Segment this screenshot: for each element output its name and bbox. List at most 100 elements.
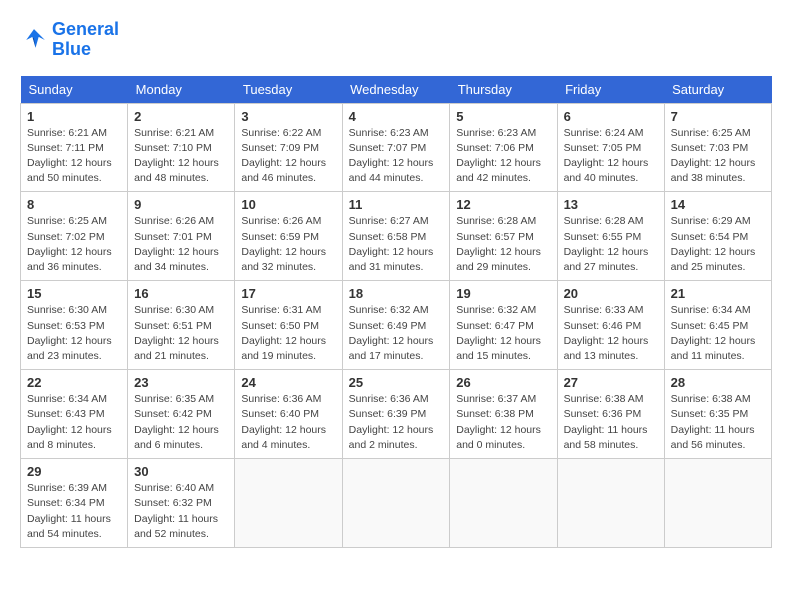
logo-text: General Blue (52, 20, 119, 60)
calendar-day-cell (235, 459, 342, 548)
day-info: Sunrise: 6:32 AM Sunset: 6:47 PM Dayligh… (456, 303, 550, 364)
calendar-day-cell: 27Sunrise: 6:38 AM Sunset: 6:36 PM Dayli… (557, 370, 664, 459)
calendar-day-cell: 14 Sunrise: 6:29 AM Sunset: 6:54 PM Dayli… (664, 192, 771, 281)
day-info: Sunrise: 6:32 AM Sunset: 6:49 PM Dayligh… (349, 303, 444, 364)
day-info: Sunrise: 6:30 AM Sunset: 6:53 PM Dayligh… (27, 303, 121, 364)
logo: General Blue (20, 20, 119, 60)
calendar-day-cell: 24 Sunrise: 6:36 AM Sunset: 6:40 PM Dayli… (235, 370, 342, 459)
header-monday: Monday (128, 76, 235, 104)
calendar-day-cell: 29 Sunrise: 6:39 AM Sunset: 6:34 PM Dayli… (21, 459, 128, 548)
day-number: 8 (27, 197, 121, 212)
calendar-day-cell: 3 Sunrise: 6:22 AM Sunset: 7:09 PM Daylig… (235, 103, 342, 192)
day-info: Sunrise: 6:21 AM Sunset: 7:11 PM Dayligh… (27, 126, 121, 187)
day-info: Sunrise: 6:29 AM Sunset: 6:54 PM Dayligh… (671, 214, 765, 275)
day-number: 5 (456, 109, 550, 124)
calendar-day-cell: 1 Sunrise: 6:21 AM Sunset: 7:11 PM Daylig… (21, 103, 128, 192)
day-number: 19 (456, 286, 550, 301)
header-wednesday: Wednesday (342, 76, 450, 104)
day-info: Sunrise: 6:36 AM Sunset: 6:39 PM Dayligh… (349, 392, 444, 453)
calendar-day-cell: 5 Sunrise: 6:23 AM Sunset: 7:06 PM Daylig… (450, 103, 557, 192)
header-friday: Friday (557, 76, 664, 104)
calendar-day-cell: 9 Sunrise: 6:26 AM Sunset: 7:01 PM Daylig… (128, 192, 235, 281)
day-number: 4 (349, 109, 444, 124)
day-number: 1 (27, 109, 121, 124)
calendar-week-row: 29 Sunrise: 6:39 AM Sunset: 6:34 PM Dayli… (21, 459, 772, 548)
calendar-day-cell: 18 Sunrise: 6:32 AM Sunset: 6:49 PM Dayli… (342, 281, 450, 370)
day-info: Sunrise: 6:24 AM Sunset: 7:05 PM Dayligh… (564, 126, 658, 187)
day-number: 27 (564, 375, 658, 390)
day-info: Sunrise: 6:30 AM Sunset: 6:51 PM Dayligh… (134, 303, 228, 364)
day-info: Sunrise: 6:26 AM Sunset: 6:59 PM Dayligh… (241, 214, 335, 275)
calendar-day-cell: 10 Sunrise: 6:26 AM Sunset: 6:59 PM Dayli… (235, 192, 342, 281)
day-number: 3 (241, 109, 335, 124)
day-number: 18 (349, 286, 444, 301)
calendar-day-cell: 13Sunrise: 6:28 AM Sunset: 6:55 PM Dayli… (557, 192, 664, 281)
day-info: Sunrise: 6:23 AM Sunset: 7:06 PM Dayligh… (456, 126, 550, 187)
calendar-week-row: 8 Sunrise: 6:25 AM Sunset: 7:02 PM Daylig… (21, 192, 772, 281)
logo-icon (20, 26, 48, 54)
day-info: Sunrise: 6:22 AM Sunset: 7:09 PM Dayligh… (241, 126, 335, 187)
day-info: Sunrise: 6:39 AM Sunset: 6:34 PM Dayligh… (27, 481, 121, 542)
day-number: 20 (564, 286, 658, 301)
calendar-day-cell: 12Sunrise: 6:28 AM Sunset: 6:57 PM Dayli… (450, 192, 557, 281)
calendar-day-cell (664, 459, 771, 548)
calendar-day-cell: 11 Sunrise: 6:27 AM Sunset: 6:58 PM Dayli… (342, 192, 450, 281)
day-number: 14 (671, 197, 765, 212)
day-number: 25 (349, 375, 444, 390)
day-number: 6 (564, 109, 658, 124)
calendar-day-cell: 7Sunrise: 6:25 AM Sunset: 7:03 PM Daylig… (664, 103, 771, 192)
day-number: 28 (671, 375, 765, 390)
day-info: Sunrise: 6:26 AM Sunset: 7:01 PM Dayligh… (134, 214, 228, 275)
day-number: 10 (241, 197, 335, 212)
day-info: Sunrise: 6:36 AM Sunset: 6:40 PM Dayligh… (241, 392, 335, 453)
day-number: 24 (241, 375, 335, 390)
day-number: 15 (27, 286, 121, 301)
header-tuesday: Tuesday (235, 76, 342, 104)
day-info: Sunrise: 6:25 AM Sunset: 7:02 PM Dayligh… (27, 214, 121, 275)
calendar-day-cell: 15 Sunrise: 6:30 AM Sunset: 6:53 PM Dayli… (21, 281, 128, 370)
calendar-day-cell (342, 459, 450, 548)
calendar-day-cell: 22 Sunrise: 6:34 AM Sunset: 6:43 PM Dayli… (21, 370, 128, 459)
calendar-day-cell: 28 Sunrise: 6:38 AM Sunset: 6:35 PM Dayli… (664, 370, 771, 459)
calendar-week-row: 15 Sunrise: 6:30 AM Sunset: 6:53 PM Dayli… (21, 281, 772, 370)
calendar-day-cell: 17Sunrise: 6:31 AM Sunset: 6:50 PM Dayli… (235, 281, 342, 370)
day-number: 2 (134, 109, 228, 124)
calendar-week-row: 1 Sunrise: 6:21 AM Sunset: 7:11 PM Daylig… (21, 103, 772, 192)
day-number: 30 (134, 464, 228, 479)
page-header: General Blue (20, 20, 772, 60)
calendar-week-row: 22 Sunrise: 6:34 AM Sunset: 6:43 PM Dayli… (21, 370, 772, 459)
calendar-day-cell: 4 Sunrise: 6:23 AM Sunset: 7:07 PM Daylig… (342, 103, 450, 192)
day-number: 7 (671, 109, 765, 124)
day-number: 9 (134, 197, 228, 212)
day-info: Sunrise: 6:38 AM Sunset: 6:35 PM Dayligh… (671, 392, 765, 453)
calendar-day-cell: 6 Sunrise: 6:24 AM Sunset: 7:05 PM Daylig… (557, 103, 664, 192)
calendar-day-cell: 21Sunrise: 6:34 AM Sunset: 6:45 PM Dayli… (664, 281, 771, 370)
calendar-day-cell: 8 Sunrise: 6:25 AM Sunset: 7:02 PM Daylig… (21, 192, 128, 281)
day-info: Sunrise: 6:35 AM Sunset: 6:42 PM Dayligh… (134, 392, 228, 453)
calendar-day-cell: 26 Sunrise: 6:37 AM Sunset: 6:38 PM Dayli… (450, 370, 557, 459)
calendar-day-cell: 2 Sunrise: 6:21 AM Sunset: 7:10 PM Daylig… (128, 103, 235, 192)
day-number: 21 (671, 286, 765, 301)
day-number: 26 (456, 375, 550, 390)
day-number: 17 (241, 286, 335, 301)
calendar-day-cell (557, 459, 664, 548)
day-info: Sunrise: 6:21 AM Sunset: 7:10 PM Dayligh… (134, 126, 228, 187)
day-number: 16 (134, 286, 228, 301)
day-number: 22 (27, 375, 121, 390)
day-info: Sunrise: 6:23 AM Sunset: 7:07 PM Dayligh… (349, 126, 444, 187)
calendar-table: SundayMondayTuesdayWednesdayThursdayFrid… (20, 76, 772, 548)
day-number: 13 (564, 197, 658, 212)
day-info: Sunrise: 6:40 AM Sunset: 6:32 PM Dayligh… (134, 481, 228, 542)
day-number: 29 (27, 464, 121, 479)
calendar-day-cell (450, 459, 557, 548)
header-thursday: Thursday (450, 76, 557, 104)
day-number: 12 (456, 197, 550, 212)
day-number: 11 (349, 197, 444, 212)
day-info: Sunrise: 6:37 AM Sunset: 6:38 PM Dayligh… (456, 392, 550, 453)
day-info: Sunrise: 6:27 AM Sunset: 6:58 PM Dayligh… (349, 214, 444, 275)
calendar-day-cell: 20 Sunrise: 6:33 AM Sunset: 6:46 PM Dayli… (557, 281, 664, 370)
day-info: Sunrise: 6:33 AM Sunset: 6:46 PM Dayligh… (564, 303, 658, 364)
calendar-day-cell: 25 Sunrise: 6:36 AM Sunset: 6:39 PM Dayli… (342, 370, 450, 459)
calendar-day-cell: 16 Sunrise: 6:30 AM Sunset: 6:51 PM Dayli… (128, 281, 235, 370)
day-info: Sunrise: 6:34 AM Sunset: 6:43 PM Dayligh… (27, 392, 121, 453)
